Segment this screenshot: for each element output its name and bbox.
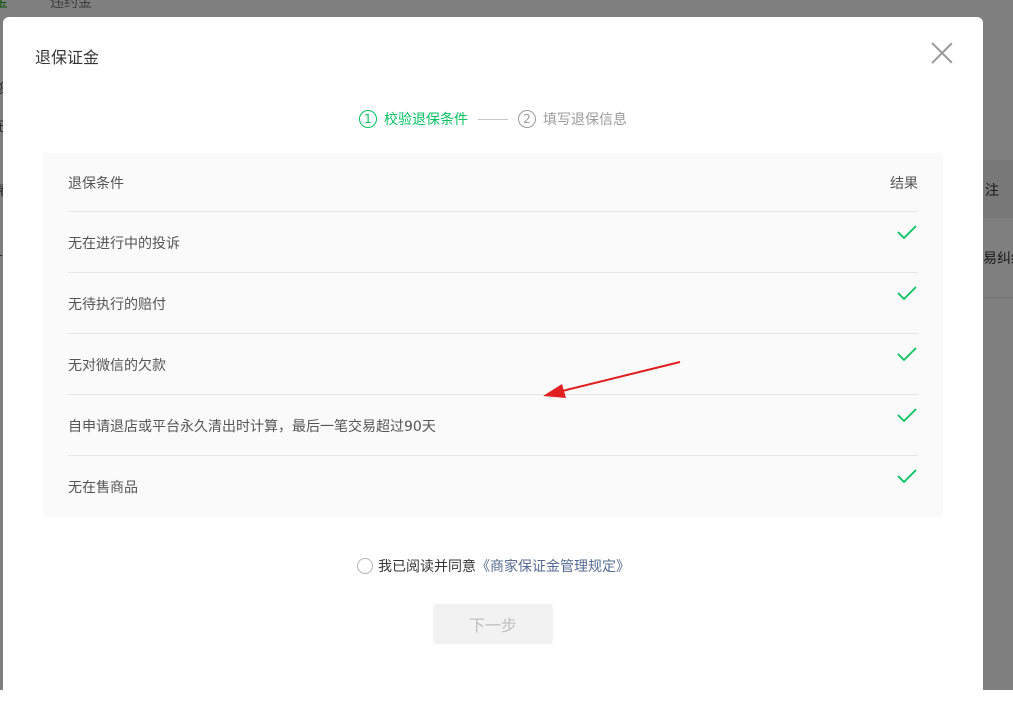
step-verify-conditions: 1 校验退保条件 [359,109,468,129]
agreement-row: 我已阅读并同意 《商家保证金管理规定》 [357,556,630,576]
table-row: 无在售商品 [68,456,918,517]
table-header: 退保条件 结果 [68,153,918,212]
step-label: 校验退保条件 [384,112,468,128]
step-number-icon: 1 [359,110,377,128]
check-icon [897,469,917,484]
condition-label: 无对微信的欠款 [68,358,166,374]
agreement-text: 我已阅读并同意 [378,559,476,575]
conditions-table: 退保条件 结果 无在进行中的投诉 无待执行的赔付 无对微信的欠款 自申请退店或平… [43,153,943,517]
condition-label: 无在进行中的投诉 [68,236,180,252]
check-icon [897,408,917,423]
step-fill-info: 2 填写退保信息 [518,109,627,129]
condition-label: 无在售商品 [68,480,138,496]
step-label: 填写退保信息 [543,112,627,128]
condition-label: 自申请退店或平台永久清出时计算，最后一笔交易超过90天 [68,419,436,435]
condition-label: 无待执行的赔付 [68,297,166,313]
close-icon[interactable] [930,41,954,65]
header-condition: 退保条件 [68,176,124,192]
table-row: 无在进行中的投诉 [68,212,918,273]
header-result: 结果 [890,176,918,192]
agreement-link[interactable]: 《商家保证金管理规定》 [476,556,630,576]
check-icon [897,225,917,240]
check-icon [897,286,917,301]
table-row: 自申请退店或平台永久清出时计算，最后一笔交易超过90天 [68,395,918,456]
refund-deposit-dialog: 退保证金 1 校验退保条件 2 填写退保信息 退保条件 结果 无在进行中的投诉 … [3,17,983,707]
check-icon [897,347,917,362]
table-row: 无对微信的欠款 [68,334,918,395]
step-indicator: 1 校验退保条件 2 填写退保信息 [359,109,627,129]
next-step-button[interactable]: 下一步 [433,604,553,644]
agreement-radio[interactable] [357,558,373,574]
step-number-icon: 2 [518,110,536,128]
dialog-title: 退保证金 [35,48,100,67]
table-row: 无待执行的赔付 [68,273,918,334]
step-connector [478,118,508,120]
